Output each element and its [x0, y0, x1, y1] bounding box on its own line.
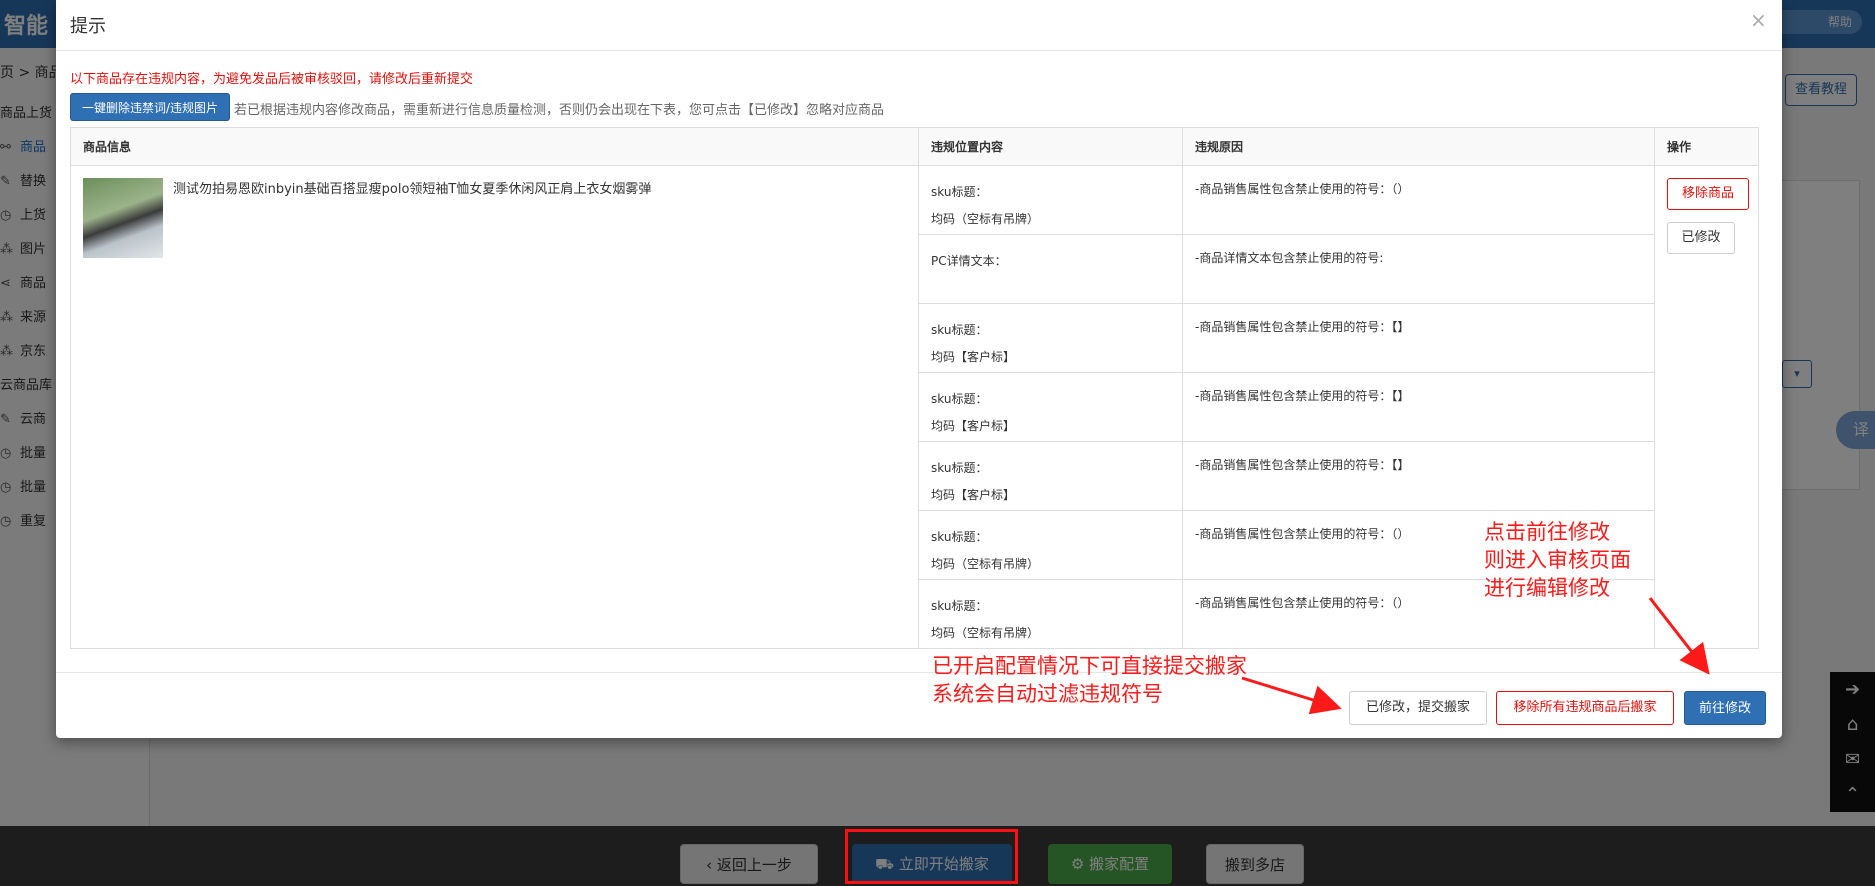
violation-reason-cell: -商品详情文本包含禁止使用的符号:	[1182, 234, 1655, 304]
violation-reason-cell: -商品销售属性包含禁止使用的符号：（）	[1182, 165, 1655, 235]
modal-title: 提示	[70, 16, 106, 37]
product-info-cell: 测试勿拍易恩欧inbyin基础百搭显瘦polo领短袖T恤女夏季休闲风正肩上衣女烟…	[70, 165, 919, 649]
mark-modified-button[interactable]: 已修改	[1667, 222, 1735, 254]
product-title: 测试勿拍易恩欧inbyin基础百搭显瘦polo领短袖T恤女夏季休闲风正肩上衣女烟…	[173, 182, 652, 197]
product-thumbnail[interactable]	[83, 178, 163, 258]
actions-cell: 移除商品 已修改	[1654, 165, 1759, 649]
modify-hint: 若已根据违规内容修改商品，需重新进行信息质量检测，否则仍会出现在下表，您可点击【…	[234, 103, 885, 118]
header-actions: 操作	[1654, 127, 1759, 166]
annotation-goto-edit: 点击前往修改 则进入审核页面 进行编辑修改	[1484, 520, 1631, 600]
close-icon[interactable]: ×	[1750, 8, 1767, 32]
violation-position-cell: sku标题： 均码（空标有吊牌）	[918, 165, 1183, 235]
modal-header: 提示 ×	[56, 0, 1782, 51]
violation-position-cell: sku标题： 均码【客户标】	[918, 372, 1183, 442]
submit-move-button[interactable]: 已修改，提交搬家	[1349, 691, 1487, 725]
violation-position-cell: PC详情文本：	[918, 234, 1183, 304]
remove-product-button[interactable]: 移除商品	[1667, 178, 1749, 210]
header-violation-position: 违规位置内容	[918, 127, 1183, 166]
violation-reason-cell: -商品销售属性包含禁止使用的符号：【】	[1182, 303, 1655, 373]
violation-modal: 提示 × 以下商品存在违规内容，为避免发品后被审核驳回，请修改后重新提交 一键删…	[56, 0, 1782, 738]
header-product-info: 商品信息	[70, 127, 919, 166]
violation-warning: 以下商品存在违规内容，为避免发品后被审核驳回，请修改后重新提交	[70, 72, 474, 87]
go-edit-button[interactable]: 前往修改	[1684, 691, 1766, 725]
violation-position-cell: sku标题： 均码【客户标】	[918, 441, 1183, 511]
annotation-direct-submit: 已开启配置情况下可直接提交搬家 系统会自动过滤违规符号	[932, 654, 1247, 706]
violation-position-cell: sku标题： 均码【客户标】	[918, 303, 1183, 373]
start-button-highlight	[845, 829, 1018, 884]
header-violation-reason: 违规原因	[1182, 127, 1655, 166]
delete-violations-button[interactable]: 一键删除违禁词/违规图片	[70, 93, 230, 121]
footer-divider	[56, 672, 1782, 673]
violation-reason-cell: -商品销售属性包含禁止使用的符号：【】	[1182, 372, 1655, 442]
table-row: 测试勿拍易恩欧inbyin基础百搭显瘦polo领短袖T恤女夏季休闲风正肩上衣女烟…	[70, 165, 1759, 649]
violation-reason-cell: -商品销售属性包含禁止使用的符号：【】	[1182, 441, 1655, 511]
violation-position-cell: sku标题： 均码（空标有吊牌）	[918, 579, 1183, 649]
violation-position-cell: sku标题： 均码（空标有吊牌）	[918, 510, 1183, 580]
remove-all-and-move-button[interactable]: 移除所有违规商品后搬家	[1496, 691, 1674, 725]
